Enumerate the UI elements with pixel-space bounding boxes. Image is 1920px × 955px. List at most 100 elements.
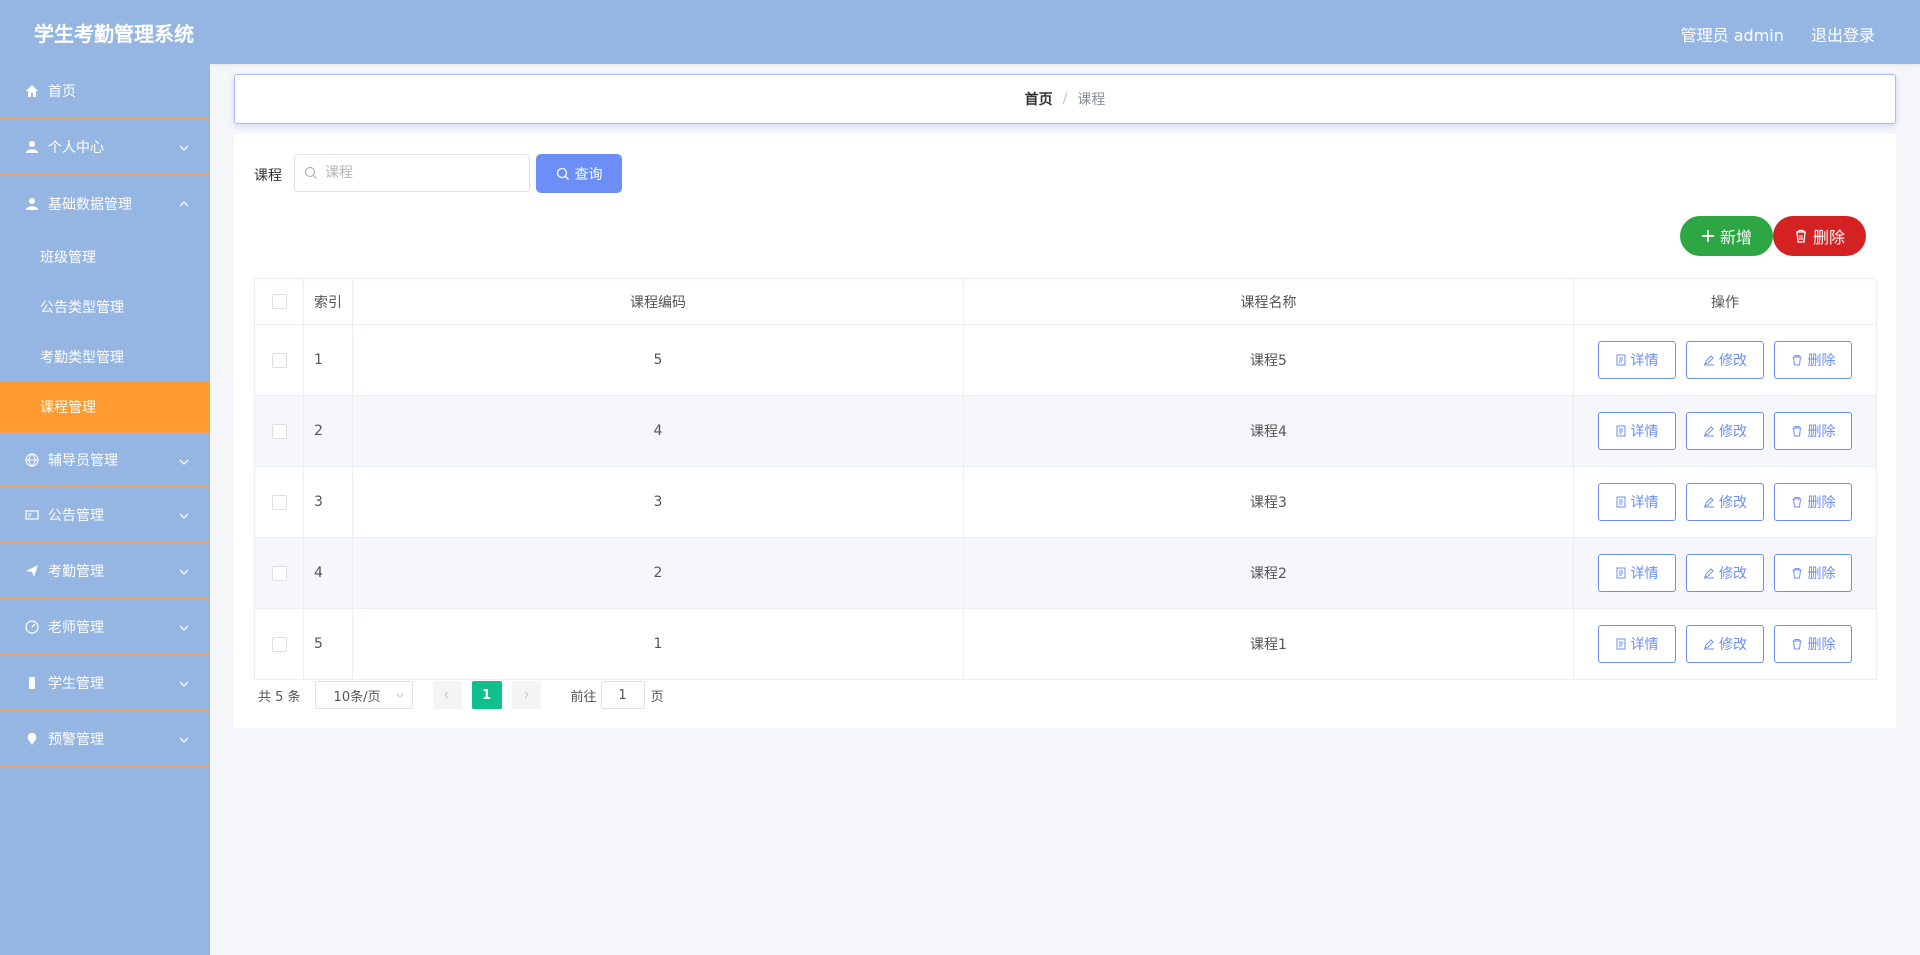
sidebar-item-label: 老师管理 — [48, 620, 104, 636]
row-name: 课程2 — [963, 537, 1574, 609]
row-code: 4 — [352, 395, 964, 467]
table-row: 4 2 课程2 详情 修改 删除 — [254, 537, 1877, 609]
page-number-current[interactable]: 1 — [471, 681, 502, 709]
delete-button[interactable]: 删除 — [1774, 554, 1853, 592]
row-name: 课程1 — [963, 608, 1574, 680]
sidebar-item-label: 公告管理 — [48, 508, 104, 524]
page-size-select[interactable]: 10条/页 — [314, 681, 413, 709]
logout-link[interactable]: 退出登录 — [1811, 26, 1875, 45]
sidebar: 首页 个人中心 基础数据管理 班级管理 公告类型管理 考勤类型管理 课程管理 辅… — [0, 64, 210, 955]
row-code: 1 — [352, 608, 964, 680]
breadcrumb-current: 课程 — [1077, 92, 1106, 108]
row-code: 5 — [352, 324, 964, 396]
table-row: 2 4 课程4 详情 修改 删除 — [254, 395, 1877, 467]
chevron-down-icon — [179, 513, 189, 519]
chevron-down-icon — [179, 681, 189, 687]
column-header-index: 索引 — [303, 278, 353, 325]
batch-delete-button[interactable]: 删除 — [1773, 216, 1866, 256]
sidebar-item-label: 考勤管理 — [48, 564, 104, 580]
user-icon — [24, 139, 40, 155]
sidebar-item-label: 首页 — [48, 84, 76, 100]
sidebar-item-teacher[interactable]: 老师管理 — [0, 600, 210, 656]
breadcrumb-home[interactable]: 首页 — [1025, 89, 1053, 109]
sidebar-item-home[interactable]: 首页 — [0, 64, 210, 120]
row-index: 1 — [303, 324, 353, 396]
pencil-icon — [1704, 426, 1714, 437]
row-index: 2 — [303, 395, 353, 467]
row-actions: 详情 修改 删除 — [1573, 608, 1877, 680]
delete-button[interactable]: 删除 — [1774, 341, 1853, 379]
globe-icon — [24, 452, 40, 468]
sidebar-item-counselor[interactable]: 辅导员管理 — [0, 432, 210, 488]
chevron-down-icon — [179, 569, 189, 575]
detail-button[interactable]: 详情 — [1597, 625, 1676, 663]
delete-button[interactable]: 删除 — [1774, 483, 1853, 521]
row-actions: 详情 修改 删除 — [1573, 466, 1877, 538]
delete-button[interactable]: 删除 — [1774, 412, 1853, 450]
row-name: 课程5 — [963, 324, 1574, 396]
sidebar-subitem-course[interactable]: 课程管理 — [0, 382, 210, 432]
chevron-down-icon — [179, 737, 189, 743]
detail-button-label: 详情 — [1630, 424, 1659, 440]
detail-button-label: 详情 — [1630, 566, 1659, 582]
sidebar-item-warning[interactable]: 预警管理 — [0, 712, 210, 768]
row-actions: 详情 修改 删除 — [1573, 395, 1877, 467]
next-page-button[interactable] — [511, 681, 541, 709]
top-header: 学生考勤管理系统 管理员 admin 退出登录 — [0, 0, 1920, 64]
edit-button[interactable]: 修改 — [1686, 483, 1764, 521]
row-checkbox[interactable] — [271, 352, 287, 368]
add-button[interactable]: 新增 — [1680, 216, 1773, 256]
prev-page-button[interactable] — [432, 681, 462, 709]
sidebar-item-student[interactable]: 学生管理 — [0, 656, 210, 712]
column-header-actions: 操作 — [1573, 278, 1877, 325]
trash-icon — [1795, 229, 1806, 243]
detail-button[interactable]: 详情 — [1597, 341, 1676, 379]
chevron-down-icon — [179, 459, 189, 465]
row-checkbox[interactable] — [271, 565, 287, 581]
send-icon — [24, 563, 40, 579]
edit-button[interactable]: 修改 — [1686, 554, 1764, 592]
sidebar-item-personal-center[interactable]: 个人中心 — [0, 120, 210, 176]
delete-button-label: 删除 — [1807, 495, 1836, 511]
chevron-up-icon — [179, 201, 189, 207]
trash-icon — [1792, 568, 1802, 579]
edit-button[interactable]: 修改 — [1686, 412, 1764, 450]
delete-button-label: 删除 — [1807, 566, 1836, 582]
card-icon — [24, 507, 40, 523]
row-checkbox[interactable] — [271, 423, 287, 439]
sidebar-subitem-attendance-type[interactable]: 考勤类型管理 — [0, 332, 210, 382]
breadcrumb-separator: / — [1062, 91, 1068, 107]
edit-button[interactable]: 修改 — [1686, 625, 1764, 663]
detail-button[interactable]: 详情 — [1597, 483, 1676, 521]
table-header-row: 索引 课程编码 课程名称 操作 — [254, 278, 1877, 325]
edit-button-label: 修改 — [1719, 566, 1747, 582]
detail-button[interactable]: 详情 — [1597, 412, 1676, 450]
row-select-cell — [254, 537, 304, 609]
column-header-code: 课程编码 — [352, 278, 964, 325]
sidebar-subitem-notice-type[interactable]: 公告类型管理 — [0, 282, 210, 332]
document-icon — [1616, 496, 1626, 508]
goto-page-input[interactable] — [600, 681, 645, 709]
delete-button[interactable]: 删除 — [1774, 625, 1853, 663]
select-all-checkbox[interactable] — [271, 294, 287, 309]
edit-button[interactable]: 修改 — [1686, 341, 1764, 379]
document-icon — [1616, 567, 1626, 579]
row-index: 3 — [303, 466, 353, 538]
query-button[interactable]: 查询 — [536, 154, 622, 193]
detail-button[interactable]: 详情 — [1597, 554, 1676, 592]
sidebar-subitem-class[interactable]: 班级管理 — [0, 232, 210, 282]
sidebar-item-notice[interactable]: 公告管理 — [0, 488, 210, 544]
row-index: 5 — [303, 608, 353, 680]
row-checkbox[interactable] — [271, 636, 287, 652]
sidebar-item-basic-data[interactable]: 基础数据管理 — [0, 176, 210, 232]
edit-button-label: 修改 — [1719, 424, 1747, 440]
trash-icon — [1792, 426, 1802, 437]
row-checkbox[interactable] — [271, 494, 287, 510]
trash-icon — [1792, 497, 1802, 508]
sidebar-item-attendance[interactable]: 考勤管理 — [0, 544, 210, 600]
document-icon — [1616, 354, 1626, 366]
batch-delete-button-label: 删除 — [1812, 228, 1845, 247]
row-name: 课程3 — [963, 466, 1574, 538]
search-input[interactable] — [294, 154, 530, 192]
chevron-down-icon — [179, 145, 189, 151]
